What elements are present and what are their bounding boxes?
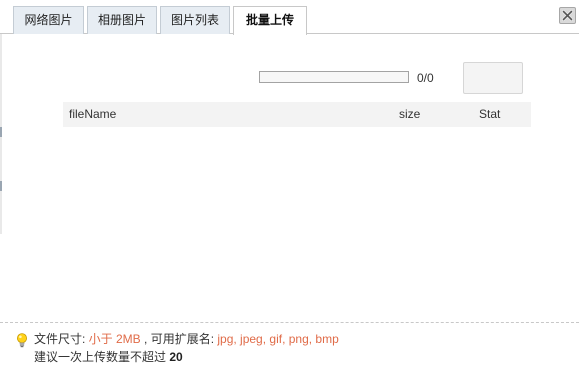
tab-web-images[interactable]: 网络图片 [13, 6, 84, 34]
left-edge-mark [0, 127, 2, 137]
tip-count-prefix: 建议一次上传数量不超过 [34, 350, 170, 364]
close-button[interactable] [559, 7, 576, 24]
left-edge-strip [0, 34, 2, 234]
tip-extensions: jpg, jpeg, gif, png, bmp [217, 332, 339, 346]
file-table-header: fileName size Stat [63, 102, 531, 127]
tab-image-list[interactable]: 图片列表 [160, 6, 230, 34]
column-header-size: size [399, 107, 421, 121]
file-table-body [63, 127, 531, 317]
tab-batch-upload[interactable]: 批量上传 [233, 6, 307, 35]
tip-size-limit: 小于 2MB [88, 332, 141, 346]
tip-size-prefix: 文件尺寸: [34, 332, 89, 346]
lightbulb-icon [17, 333, 27, 348]
upload-button[interactable] [463, 62, 523, 94]
upload-progress-bar [259, 71, 409, 83]
left-edge-mark [0, 181, 2, 191]
tab-album-images[interactable]: 相册图片 [87, 6, 157, 34]
upload-count-tip: 建议一次上传数量不超过 20 [34, 350, 183, 365]
column-header-filename: fileName [69, 107, 117, 121]
tab-bar: 网络图片 相册图片 图片列表 批量上传 [0, 0, 579, 35]
upload-progress-text: 0/0 [417, 71, 434, 85]
column-header-status: Stat [479, 107, 501, 121]
close-icon [562, 10, 573, 21]
file-size-tip: 文件尺寸: 小于 2MB , 可用扩展名: jpg, jpeg, gif, pn… [34, 332, 339, 347]
upload-dialog: 网络图片 相册图片 图片列表 批量上传 0/0 fileName size St… [0, 0, 579, 385]
tip-extensions-prefix: , 可用扩展名: [140, 332, 218, 346]
footer-divider [0, 322, 579, 323]
tip-max-count: 20 [169, 350, 183, 364]
